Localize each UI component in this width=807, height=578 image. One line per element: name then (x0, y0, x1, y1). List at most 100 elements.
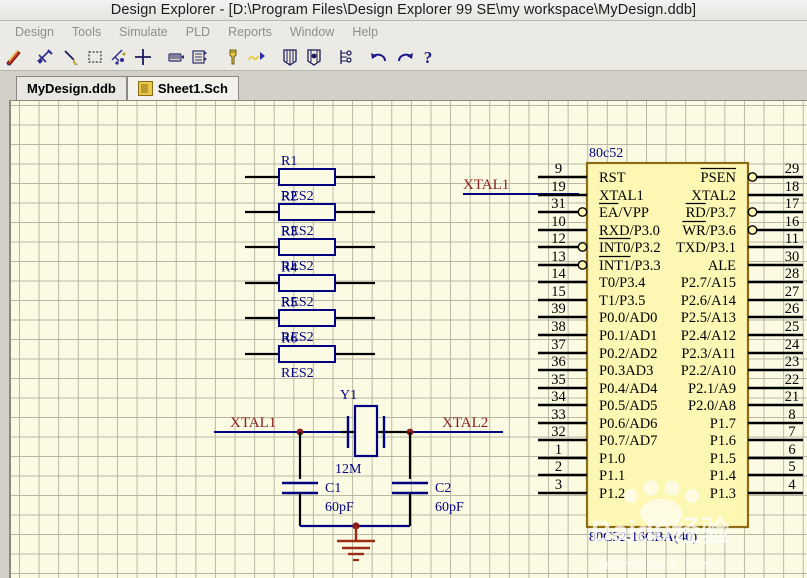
selection-rectangle-icon[interactable] (83, 45, 107, 69)
ic-pin-number: 25 (785, 319, 800, 335)
menu-bar: Design Tools Simulate PLD Reports Window… (0, 21, 807, 43)
resistor-R1[interactable]: R1 RES2 (245, 154, 375, 204)
ic-pin-number: 4 (788, 477, 796, 493)
ic-designator: 80c52 (589, 146, 623, 161)
ic-pin-label: INT0/P3.2 (599, 240, 661, 256)
ic-pin-number: 38 (551, 319, 566, 335)
ic-pin-label: P2.2/A10 (681, 363, 736, 379)
toolbar: ? (0, 43, 807, 71)
menu-item-help[interactable]: Help (343, 23, 387, 41)
menu-item-simulate[interactable]: Simulate (110, 23, 177, 41)
ic-pin-number: 22 (785, 372, 800, 388)
waveform-icon[interactable] (245, 45, 269, 69)
ic-pin-label: T1/P3.5 (599, 293, 645, 309)
ic-pin-number: 29 (785, 161, 800, 177)
capacitor-C2[interactable]: C2 60pF (392, 481, 464, 526)
ic-pin-number: 30 (785, 249, 800, 265)
ic-right-pin-group[interactable]: 29 1817 1611 3028 2726 25 2423 2221 87 65 4 (747, 161, 803, 495)
hierarchy-icon[interactable] (335, 45, 359, 69)
simulation-setup-icon[interactable] (188, 45, 212, 69)
resistor-designator: R3 (281, 225, 297, 240)
ic-pin-label: P1.0 (599, 451, 625, 467)
ic-pin-number: 39 (551, 301, 566, 317)
ic-left-pin-group[interactable]: 9193110121314153938373635343332123 (538, 161, 588, 495)
ic-pin-number: 9 (555, 161, 562, 177)
netlist-icon[interactable] (164, 45, 188, 69)
ic-pin-number: 15 (551, 284, 566, 300)
menu-item-window[interactable]: Window (281, 23, 343, 41)
schematic-canvas[interactable]: R1 RES2 R2 RES2 R3 RES2 R4 RES2 R5 RES2 … (11, 101, 807, 578)
tab-sheet1-sch[interactable]: Sheet1.Sch (126, 76, 239, 100)
ic-pin-label: P1.7 (710, 416, 736, 432)
ic-pin-label: ALE (708, 258, 736, 274)
ic-pin-label: P0.1/AD1 (599, 328, 657, 344)
ic-pin-number: 7 (788, 424, 795, 440)
resistor-designator: R5 (281, 296, 297, 311)
ic-pin-number: 21 (785, 389, 800, 405)
toolbar-separator-5 (326, 45, 335, 69)
ic-pin-number: 23 (785, 354, 800, 370)
watermark-sub: jingyan.baidu.com (598, 556, 712, 572)
ic-pin-number: 18 (785, 179, 800, 195)
place-wire-icon[interactable] (35, 45, 59, 69)
ic-pin-label: P0.6/AD6 (599, 416, 657, 432)
ic-pin-label: TXD/P3.1 (676, 240, 736, 256)
tab-label: Sheet1.Sch (157, 81, 228, 96)
move-crosshair-icon[interactable] (131, 45, 155, 69)
ic-pin-number: 28 (785, 266, 800, 282)
ground-symbol[interactable] (337, 526, 375, 562)
ic-pin-label: XTAL1 (599, 188, 644, 204)
schematic-icon (137, 81, 153, 96)
help-icon[interactable]: ? (416, 45, 440, 69)
ic-pin-label: PSEN (701, 170, 737, 186)
ic-pin-number: 37 (551, 337, 566, 353)
ic-pin-number: 19 (551, 179, 566, 195)
ic-pin-number: 33 (551, 407, 566, 423)
ic-pin-label: P0.7/AD7 (599, 433, 657, 449)
ic-pin-label: WR/P3.6 (682, 223, 736, 239)
place-junction-icon[interactable] (107, 45, 131, 69)
ic-pin-label: P2.7/A15 (681, 275, 736, 291)
oscillator-network[interactable]: Y1 12M C1 60pF C2 60pF XTAL1 XTAL2 (214, 388, 503, 562)
ic-pin-label: P0.4/AD4 (599, 381, 658, 397)
menu-item-tools[interactable]: Tools (63, 23, 110, 41)
resistor-bank[interactable]: R1 RES2 R2 RES2 R3 RES2 R4 RES2 R5 RES2 … (245, 154, 375, 381)
pld-compile-icon[interactable] (278, 45, 302, 69)
ic-80c52[interactable]: 80c52 80C52-16CBA(40) 919311012131415393… (538, 146, 803, 545)
tab-label: MyDesign.ddb (27, 81, 116, 96)
document-tab-strip: MyDesign.ddb Sheet1.Sch (0, 72, 807, 100)
redo-icon[interactable] (392, 45, 416, 69)
wiring-pen-icon[interactable] (2, 45, 26, 69)
resistor-designator: R4 (281, 261, 297, 276)
menu-item-design[interactable]: Design (6, 23, 63, 41)
menu-item-reports[interactable]: Reports (219, 23, 281, 41)
probe-icon[interactable] (221, 45, 245, 69)
ic-pin-label: RXD/P3.0 (599, 223, 660, 239)
crystal-value: 12M (335, 462, 362, 477)
ic-pin-label: P0.0/AD0 (599, 310, 657, 326)
tab-mydesign-ddb[interactable]: MyDesign.ddb (16, 76, 127, 100)
ic-pin-label: P1.6 (710, 433, 736, 449)
ic-pin-label: P0.2/AD2 (599, 346, 657, 362)
undo-icon[interactable] (368, 45, 392, 69)
toolbar-separator-1 (26, 45, 35, 69)
ic-pin-number: 17 (785, 196, 800, 212)
ic-pin-number: 11 (785, 231, 799, 247)
capacitor-designator: C1 (325, 481, 341, 496)
capacitor-designator: C2 (435, 481, 451, 496)
menu-item-pld[interactable]: PLD (177, 23, 219, 41)
pld-download-icon[interactable] (302, 45, 326, 69)
capacitor-C1[interactable]: C1 60pF (282, 481, 354, 526)
ic-pin-label: P2.1/A9 (688, 381, 736, 397)
ic-pin-number: 3 (555, 477, 562, 493)
ic-pin-number: 2 (555, 459, 562, 475)
ic-pin-number: 36 (551, 354, 566, 370)
application-window: Design Explorer - [D:\Program Files\Desi… (0, 0, 807, 578)
ic-pin-number: 6 (788, 442, 795, 458)
place-line-icon[interactable] (59, 45, 83, 69)
title-bar: Design Explorer - [D:\Program Files\Desi… (0, 0, 807, 21)
toolbar-separator-2 (155, 45, 164, 69)
schematic-editor-frame[interactable]: R1 RES2 R2 RES2 R3 RES2 R4 RES2 R5 RES2 … (9, 100, 807, 578)
ic-pin-label: P2.4/A12 (681, 328, 736, 344)
ic-pin-number: 13 (551, 249, 566, 265)
